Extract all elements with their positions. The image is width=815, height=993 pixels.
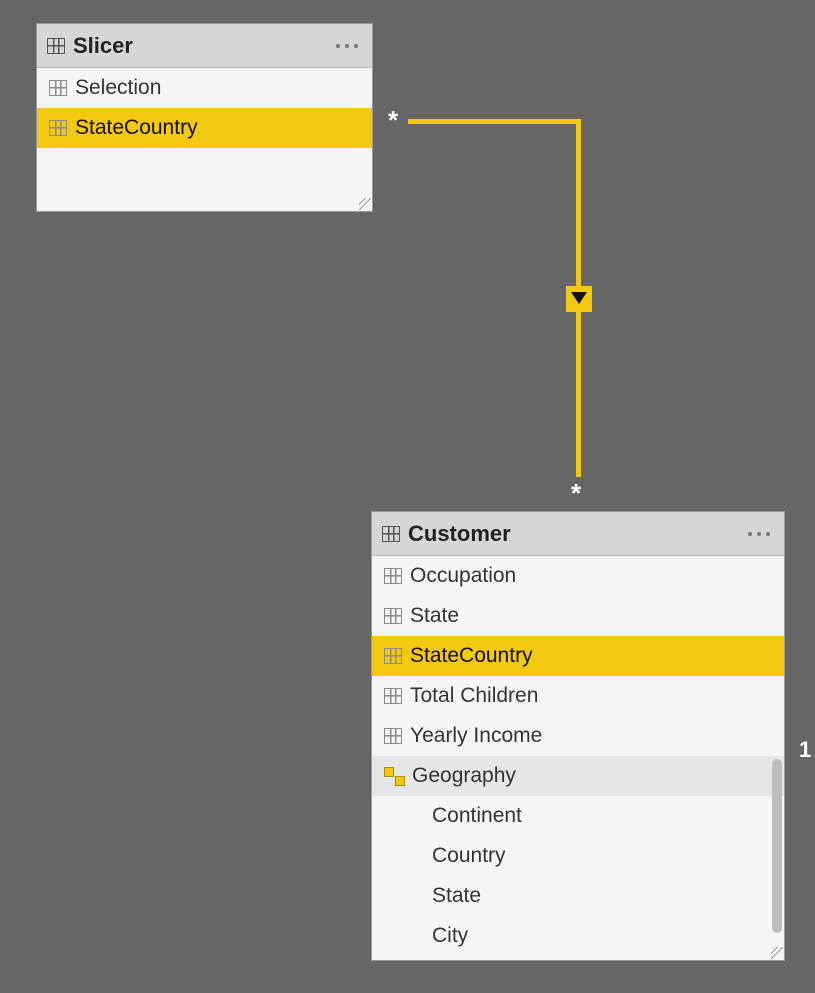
- table-row[interactable]: Country: [372, 836, 784, 876]
- table-slicer[interactable]: Slicer Selection StateCountry: [36, 23, 373, 212]
- column-icon: [49, 120, 67, 136]
- column-icon: [49, 80, 67, 96]
- table-header-customer[interactable]: Customer: [372, 512, 784, 556]
- table-row[interactable]: Geography: [372, 756, 784, 796]
- table-customer[interactable]: Customer Occupation State StateCountry T…: [371, 511, 785, 961]
- table-row[interactable]: Yearly Income: [372, 716, 784, 756]
- table-row[interactable]: Selection: [37, 68, 372, 108]
- model-view-canvas[interactable]: Slicer Selection StateCountry Customer: [0, 0, 815, 993]
- table-rows-customer: Occupation State StateCountry Total Chil…: [372, 556, 784, 956]
- resize-grip-icon[interactable]: [771, 947, 783, 959]
- table-header-slicer[interactable]: Slicer: [37, 24, 372, 68]
- table-rows-slicer: Selection StateCountry: [37, 68, 372, 148]
- column-label: Continent: [432, 804, 522, 828]
- column-label: StateCountry: [410, 644, 533, 668]
- column-label: Country: [432, 844, 506, 868]
- resize-grip-icon[interactable]: [359, 198, 371, 210]
- column-icon: [384, 608, 402, 624]
- table-icon: [47, 38, 65, 54]
- column-icon: [384, 728, 402, 744]
- column-label: Geography: [412, 764, 516, 788]
- table-row[interactable]: Occupation: [372, 556, 784, 596]
- table-row[interactable]: City: [372, 916, 784, 956]
- table-row[interactable]: Continent: [372, 796, 784, 836]
- cardinality-marker: 1: [799, 737, 811, 763]
- column-icon: [384, 568, 402, 584]
- column-label: Yearly Income: [410, 724, 542, 748]
- relationship-line[interactable]: [408, 119, 581, 124]
- column-label: State: [410, 604, 459, 628]
- column-label: Total Children: [410, 684, 538, 708]
- column-icon: [384, 688, 402, 704]
- table-row[interactable]: State: [372, 876, 784, 916]
- table-icon: [382, 526, 400, 542]
- more-options-icon[interactable]: [744, 528, 774, 540]
- cardinality-to: *: [571, 480, 581, 506]
- column-label: Selection: [75, 76, 161, 100]
- column-label: Occupation: [410, 564, 516, 588]
- column-label: City: [432, 924, 468, 948]
- cardinality-from: *: [388, 107, 398, 133]
- column-icon: [384, 648, 402, 664]
- column-label: State: [432, 884, 481, 908]
- table-row[interactable]: StateCountry: [37, 108, 372, 148]
- table-row[interactable]: StateCountry: [372, 636, 784, 676]
- table-title: Slicer: [73, 33, 332, 59]
- table-row[interactable]: State: [372, 596, 784, 636]
- hierarchy-icon: [384, 767, 404, 785]
- table-row[interactable]: Total Children: [372, 676, 784, 716]
- column-label: StateCountry: [75, 116, 198, 140]
- table-title: Customer: [408, 521, 744, 547]
- scrollbar[interactable]: [772, 759, 782, 933]
- more-options-icon[interactable]: [332, 40, 362, 52]
- filter-direction-icon[interactable]: [566, 286, 592, 312]
